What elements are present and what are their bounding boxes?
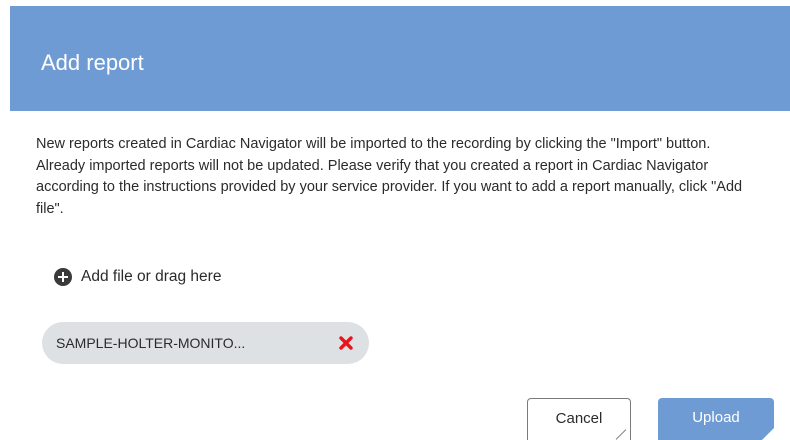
file-name: SAMPLE-HOLTER-MONITO... — [56, 335, 246, 351]
upload-button-label: Upload — [692, 409, 740, 426]
remove-cross-icon[interactable] — [339, 336, 353, 350]
cancel-button-label: Cancel — [555, 410, 603, 427]
file-chip: SAMPLE-HOLTER-MONITO... — [42, 322, 369, 364]
cancel-button[interactable]: Cancel — [527, 398, 631, 440]
add-file-button[interactable]: Add file or drag here — [54, 266, 221, 288]
add-file-label: Add file or drag here — [81, 268, 222, 285]
button-corner-fold — [762, 428, 774, 440]
add-report-dialog: Add report New reports created in Cardia… — [10, 0, 790, 440]
plus-circle-icon — [54, 268, 72, 286]
dialog-title: Add report — [41, 50, 144, 75]
upload-button[interactable]: Upload — [658, 398, 774, 440]
dialog-header: Add report — [10, 6, 790, 111]
dialog-message: New reports created in Cardiac Navigator… — [36, 136, 743, 217]
